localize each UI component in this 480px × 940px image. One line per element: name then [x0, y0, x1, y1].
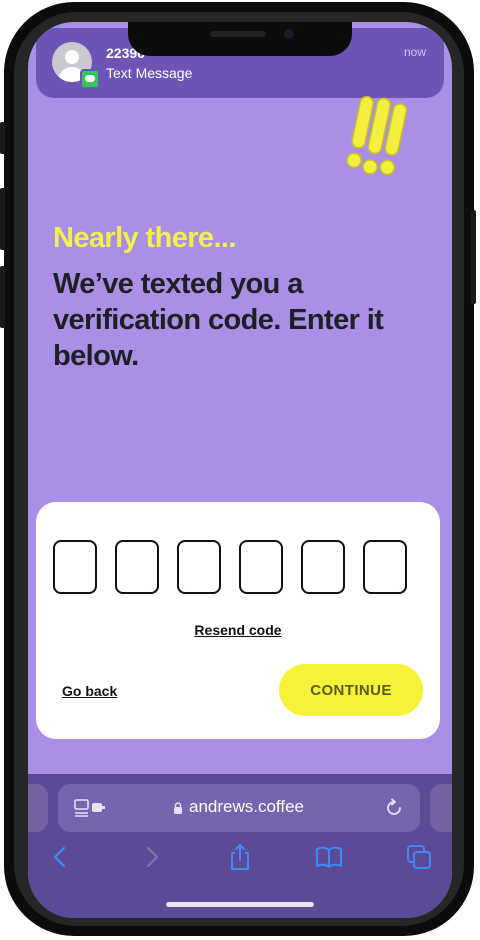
- chevron-right-icon[interactable]: [136, 842, 166, 872]
- address-bar[interactable]: andrews.coffee: [58, 784, 420, 832]
- code-digit-1[interactable]: [53, 540, 97, 594]
- front-camera: [284, 29, 294, 39]
- verification-card: Resend code Go back CONTINUE: [36, 502, 440, 739]
- code-digit-6[interactable]: [363, 540, 407, 594]
- chevron-left-icon[interactable]: [46, 842, 76, 872]
- resend-code-link[interactable]: Resend code: [36, 622, 440, 638]
- browser-nav-row: [28, 842, 452, 882]
- next-tab-preview[interactable]: [430, 784, 452, 832]
- reload-icon[interactable]: [384, 798, 404, 818]
- eyebrow-heading: Nearly there...: [53, 222, 236, 254]
- side-button-action: [0, 122, 5, 154]
- notch: [128, 22, 352, 56]
- previous-tab-preview[interactable]: [28, 784, 48, 832]
- home-indicator[interactable]: [166, 902, 314, 907]
- code-input-row: [53, 540, 407, 594]
- url-text[interactable]: andrews.coffee: [189, 797, 304, 817]
- side-button-power: [471, 210, 476, 304]
- lock-icon: [174, 802, 182, 814]
- earpiece-speaker: [210, 31, 266, 37]
- messages-app-icon: [80, 69, 100, 89]
- code-digit-4[interactable]: [239, 540, 283, 594]
- tabs-icon[interactable]: [404, 842, 434, 872]
- side-button-volume-down: [0, 266, 5, 328]
- share-icon[interactable]: [225, 842, 255, 872]
- code-digit-5[interactable]: [301, 540, 345, 594]
- safari-toolbar: andrews.coffee: [28, 774, 452, 918]
- page-headline: We’ve texted you a verification code. En…: [53, 268, 384, 372]
- page-settings-icon[interactable]: [74, 799, 106, 817]
- book-icon[interactable]: [314, 842, 344, 872]
- continue-button[interactable]: CONTINUE: [279, 664, 423, 716]
- exclamation-marks-icon: [346, 96, 408, 176]
- screen: 22396 Text Message now Nearly there... W…: [28, 22, 452, 918]
- code-digit-3[interactable]: [177, 540, 221, 594]
- notification-message: Text Message: [106, 65, 193, 81]
- go-back-link[interactable]: Go back: [62, 683, 117, 699]
- side-button-volume-up: [0, 188, 5, 250]
- code-digit-2[interactable]: [115, 540, 159, 594]
- notification-time: now: [403, 45, 426, 59]
